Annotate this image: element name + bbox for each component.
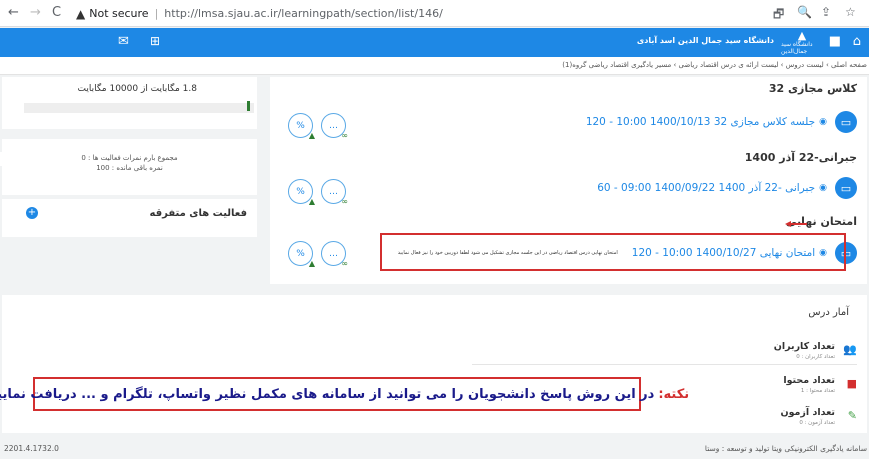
more-options-button[interactable]: … ∞	[321, 241, 348, 268]
back-arrow-icon[interactable]: ←	[8, 5, 19, 20]
omnibox-divider: |	[154, 7, 159, 20]
bookmark-star-icon[interactable]: ☆	[845, 5, 856, 19]
more-options-button[interactable]: … ∞	[321, 113, 348, 140]
score-remaining-text: نمره باقی مانده : 100	[96, 164, 163, 172]
edit-icon: ✎	[847, 409, 857, 422]
logo-mark-icon: ▲	[797, 28, 807, 42]
monitor-icon: ▭	[835, 111, 857, 133]
link-icon: ∞	[341, 197, 348, 206]
percent-icon: %	[296, 120, 305, 131]
warning-icon[interactable]: ▲	[76, 7, 85, 21]
stat-label: تعداد آزمون	[780, 407, 835, 418]
monitor-icon: ▭	[835, 177, 857, 199]
app-header: ⌂ ■ ▲ دانشگاه سید جمال‌الدین دانشگاه سید…	[0, 28, 869, 57]
add-activity-icon[interactable]: +	[26, 207, 38, 219]
stat-subtext: تعداد کاربران : 0	[796, 354, 835, 360]
activity-actions: % ▲ … ∞	[288, 179, 354, 206]
percent-icon: %	[296, 186, 305, 197]
logo-caption: دانشگاه سید جمال‌الدین	[781, 40, 813, 55]
zoom-icon[interactable]: 🔍	[797, 5, 812, 19]
stat-label: تعداد کاربران	[773, 341, 835, 352]
session-link[interactable]: جلسه کلاس مجازی 32 1400/10/13 10:00 - 12…	[586, 116, 815, 128]
score-card: مجموع بارم نمرات فعالیت ها : 0 نمره باقی…	[2, 139, 257, 195]
storage-progress-bar	[24, 103, 254, 113]
percent-icon: %	[296, 248, 305, 259]
misc-activities-title: فعالیت های متفرقه	[149, 208, 248, 219]
section-title: جبرانی-22 آذر 1400	[744, 151, 857, 164]
stat-subtext: تعداد آزمون : 0	[799, 420, 835, 426]
breadcrumb[interactable]: صفحه اصلی › لیست دروس › لیست ارائه ی درس…	[0, 57, 869, 75]
activity-actions: % ▲ … ∞	[288, 113, 354, 140]
forward-arrow-icon[interactable]: →	[30, 5, 41, 20]
university-name: دانشگاه سید جمال الدین اسد آبادی	[636, 36, 774, 45]
score-total-text: مجموع بارم نمرات فعالیت ها : 0	[81, 154, 178, 162]
more-options-button[interactable]: … ∞	[321, 179, 348, 206]
stat-label: تعداد محتوا	[783, 375, 835, 386]
more-icon: …	[329, 248, 338, 259]
grade-percent-button[interactable]: % ▲	[288, 113, 315, 140]
link-icon: ∞	[341, 131, 348, 140]
menu-icon[interactable]: ■	[829, 34, 841, 49]
more-icon: …	[329, 120, 338, 131]
section-title: کلاس مجازی 32	[768, 82, 857, 95]
stats-divider	[472, 364, 857, 365]
mail-icon[interactable]: ✉	[118, 34, 129, 49]
university-logo: ▲ دانشگاه سید جمال‌الدین	[781, 28, 823, 55]
activity-actions: % ▲ … ∞	[288, 241, 354, 268]
stat-quizzes: ✎ تعداد آزمون تعداد آزمون : 0	[757, 407, 857, 431]
grade-percent-button[interactable]: % ▲	[288, 241, 315, 268]
users-icon: 👥	[843, 343, 857, 356]
credit-text: سامانه یادگیری الکترونیکی ویتا تولید و ت…	[704, 444, 867, 453]
session-link[interactable]: جبرانی -22 آذر 1400 1400/09/22 09:00 - 6…	[597, 182, 815, 194]
notice-lead: نکته:	[658, 386, 690, 402]
footer: 2201.4.1732.0 سامانه یادگیری الکترونیکی …	[0, 436, 869, 459]
storage-usage-text: 1.8 مگابایت از 10000 مگابایت	[77, 84, 197, 94]
link-icon: ∞	[341, 259, 348, 268]
apps-grid-icon[interactable]: ⊞	[150, 34, 160, 48]
document-icon: ■	[846, 377, 857, 390]
notice-callout: نکته: در این روش پاسخ دانشجویان را می تو…	[0, 377, 689, 411]
eye-icon: ◉	[819, 117, 827, 127]
browser-toolbar: ← → C ▲ Not secure | http://lmsa.sjau.ac…	[0, 0, 869, 27]
graduation-cap-icon: ▲	[308, 259, 315, 268]
tab-view-icon[interactable]: 🗗	[773, 5, 784, 26]
stat-subtext: تعداد محتوا : 1	[800, 388, 835, 394]
session-row[interactable]: ▭ ◉ جبرانی -22 آذر 1400 1400/09/22 09:00…	[597, 175, 857, 201]
stat-users: 👥 تعداد کاربران تعداد کاربران : 0	[757, 341, 857, 365]
more-icon: …	[329, 186, 338, 197]
course-stats-panel: آمار درس 👥 تعداد کاربران تعداد کاربران :…	[2, 295, 867, 433]
storage-marker	[247, 101, 250, 111]
highlight-box	[380, 233, 846, 271]
address-bar[interactable]: ▲ Not secure | http://lmsa.sjau.ac.ir/le…	[76, 4, 766, 23]
notice-body: در این روش پاسخ دانشجویان را می توانید ا…	[0, 386, 655, 402]
stats-title: آمار درس	[808, 307, 849, 318]
graduation-cap-icon: ▲	[308, 197, 315, 206]
misc-activities-card: فعالیت های متفرقه +	[2, 199, 257, 237]
home-icon[interactable]: ⌂	[853, 34, 861, 49]
annotation-arrow-icon	[785, 221, 807, 227]
url-text[interactable]: http://lmsa.sjau.ac.ir/learningpath/sect…	[164, 7, 442, 20]
graduation-cap-icon: ▲	[308, 131, 315, 140]
stat-content: ■ تعداد محتوا تعداد محتوا : 1	[757, 375, 857, 399]
version-text: 2201.4.1732.0	[4, 444, 59, 453]
eye-icon: ◉	[819, 183, 827, 193]
grade-percent-button[interactable]: % ▲	[288, 179, 315, 206]
reload-icon[interactable]: C	[52, 5, 61, 20]
share-icon[interactable]: ⇪	[821, 5, 831, 19]
security-label[interactable]: Not secure	[89, 7, 148, 20]
session-row[interactable]: ▭ ◉ جلسه کلاس مجازی 32 1400/10/13 10:00 …	[586, 109, 857, 135]
storage-card: 1.8 مگابایت از 10000 مگابایت	[2, 77, 257, 129]
